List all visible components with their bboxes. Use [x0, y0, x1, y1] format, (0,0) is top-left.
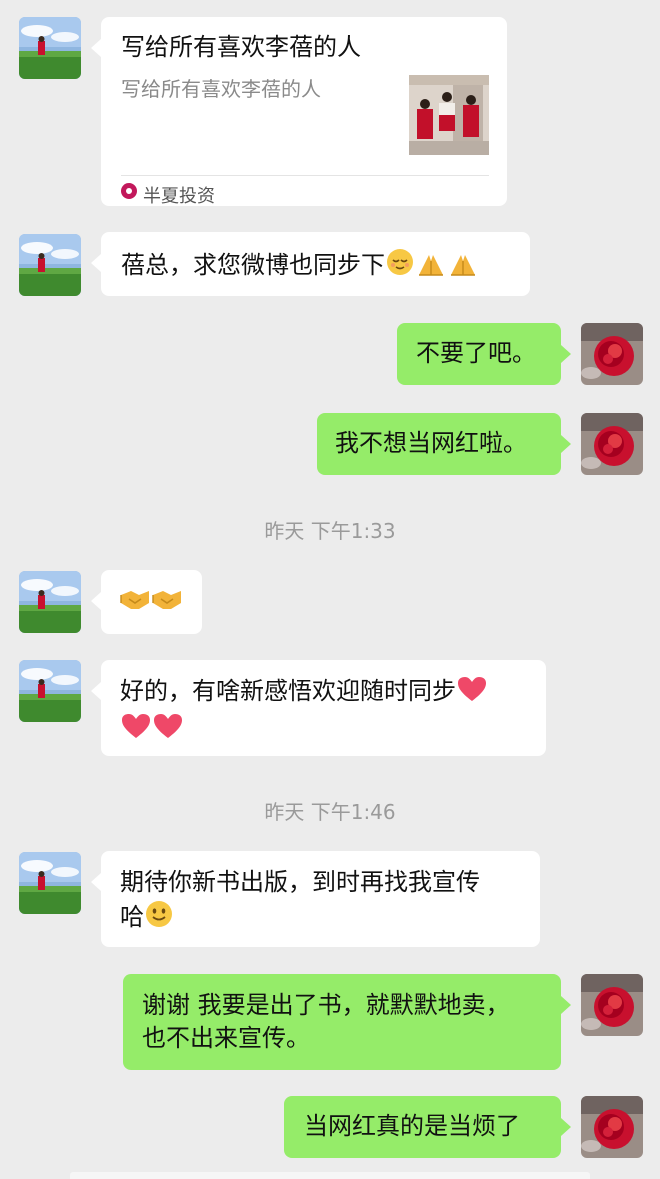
- message-text: 蓓总，求您微博也同步下: [121, 251, 385, 279]
- folded-hands-emoji-icon: [415, 247, 447, 286]
- contact-avatar[interactable]: [19, 17, 81, 79]
- message-sent[interactable]: 不要了吧。: [397, 323, 571, 385]
- smiling-face-emoji-icon: [144, 899, 174, 938]
- source-logo-icon: [121, 183, 137, 199]
- link-card-source: 半夏投资: [143, 186, 215, 207]
- timestamp: 昨天 下午1:33: [264, 519, 396, 543]
- my-avatar[interactable]: [581, 1096, 643, 1158]
- red-heart-emoji-icon: [456, 675, 488, 712]
- landscape-girl-avatar-icon: [19, 660, 81, 722]
- message-sent[interactable]: 谢谢 我要是出了书，就默默地卖， 也不出来宣传。: [123, 974, 571, 1070]
- contact-avatar[interactable]: [19, 234, 81, 296]
- my-avatar[interactable]: [581, 323, 643, 385]
- landscape-girl-avatar-icon: [19, 852, 81, 914]
- handshake-emoji-icon: [119, 585, 151, 622]
- contact-avatar[interactable]: [19, 660, 81, 722]
- message-sent[interactable]: 当网红真的是当烦了: [284, 1096, 571, 1158]
- landscape-girl-avatar-icon: [19, 17, 81, 79]
- message-text: 好的，有啥新感悟欢迎随时同步: [120, 677, 456, 705]
- message-text: 哈: [120, 903, 144, 931]
- link-card-thumbnail: [409, 75, 489, 155]
- message-received[interactable]: 好的，有啥新感悟欢迎随时同步: [91, 660, 546, 756]
- link-card-divider: [121, 175, 489, 176]
- link-card-title: 写给所有喜欢李蓓的人: [121, 33, 361, 61]
- message-text: 当网红真的是当烦了: [304, 1112, 520, 1140]
- red-rose-avatar-icon: [581, 323, 643, 385]
- my-avatar[interactable]: [581, 413, 643, 475]
- red-rose-avatar-icon: [581, 974, 643, 1036]
- red-heart-emoji-icon: [152, 712, 184, 749]
- message-sent[interactable]: 我不想当网红啦。: [317, 413, 571, 475]
- next-message-edge: [70, 1172, 590, 1179]
- contact-avatar[interactable]: [19, 571, 81, 633]
- message-text: 期待你新书出版，到时再找我宣传: [120, 868, 480, 896]
- message-received[interactable]: 蓓总，求您微博也同步下: [91, 232, 530, 296]
- message-text: 谢谢 我要是出了书，就默默地卖，: [142, 991, 510, 1019]
- red-rose-avatar-icon: [581, 1096, 643, 1158]
- message-text: 不要了吧。: [416, 339, 536, 367]
- folded-hands-emoji-icon: [447, 247, 479, 286]
- message-text: 我不想当网红啦。: [335, 429, 527, 457]
- message-text: 也不出来宣传。: [142, 1024, 310, 1052]
- red-heart-emoji-icon: [120, 712, 152, 749]
- handshake-emoji-icon: [151, 585, 183, 622]
- message-received[interactable]: 期待你新书出版，到时再找我宣传 哈: [91, 851, 540, 947]
- link-card-description: 写给所有喜欢李蓓的人: [121, 77, 321, 101]
- contact-avatar[interactable]: [19, 852, 81, 914]
- landscape-girl-avatar-icon: [19, 571, 81, 633]
- red-rose-avatar-icon: [581, 413, 643, 475]
- timestamp: 昨天 下午1:46: [264, 800, 396, 824]
- landscape-girl-avatar-icon: [19, 234, 81, 296]
- link-card[interactable]: 写给所有喜欢李蓓的人 写给所有喜欢李蓓的人 半夏投资: [91, 17, 507, 207]
- my-avatar[interactable]: [581, 974, 643, 1036]
- message-received[interactable]: [91, 570, 202, 634]
- relieved-face-emoji-icon: [385, 247, 415, 286]
